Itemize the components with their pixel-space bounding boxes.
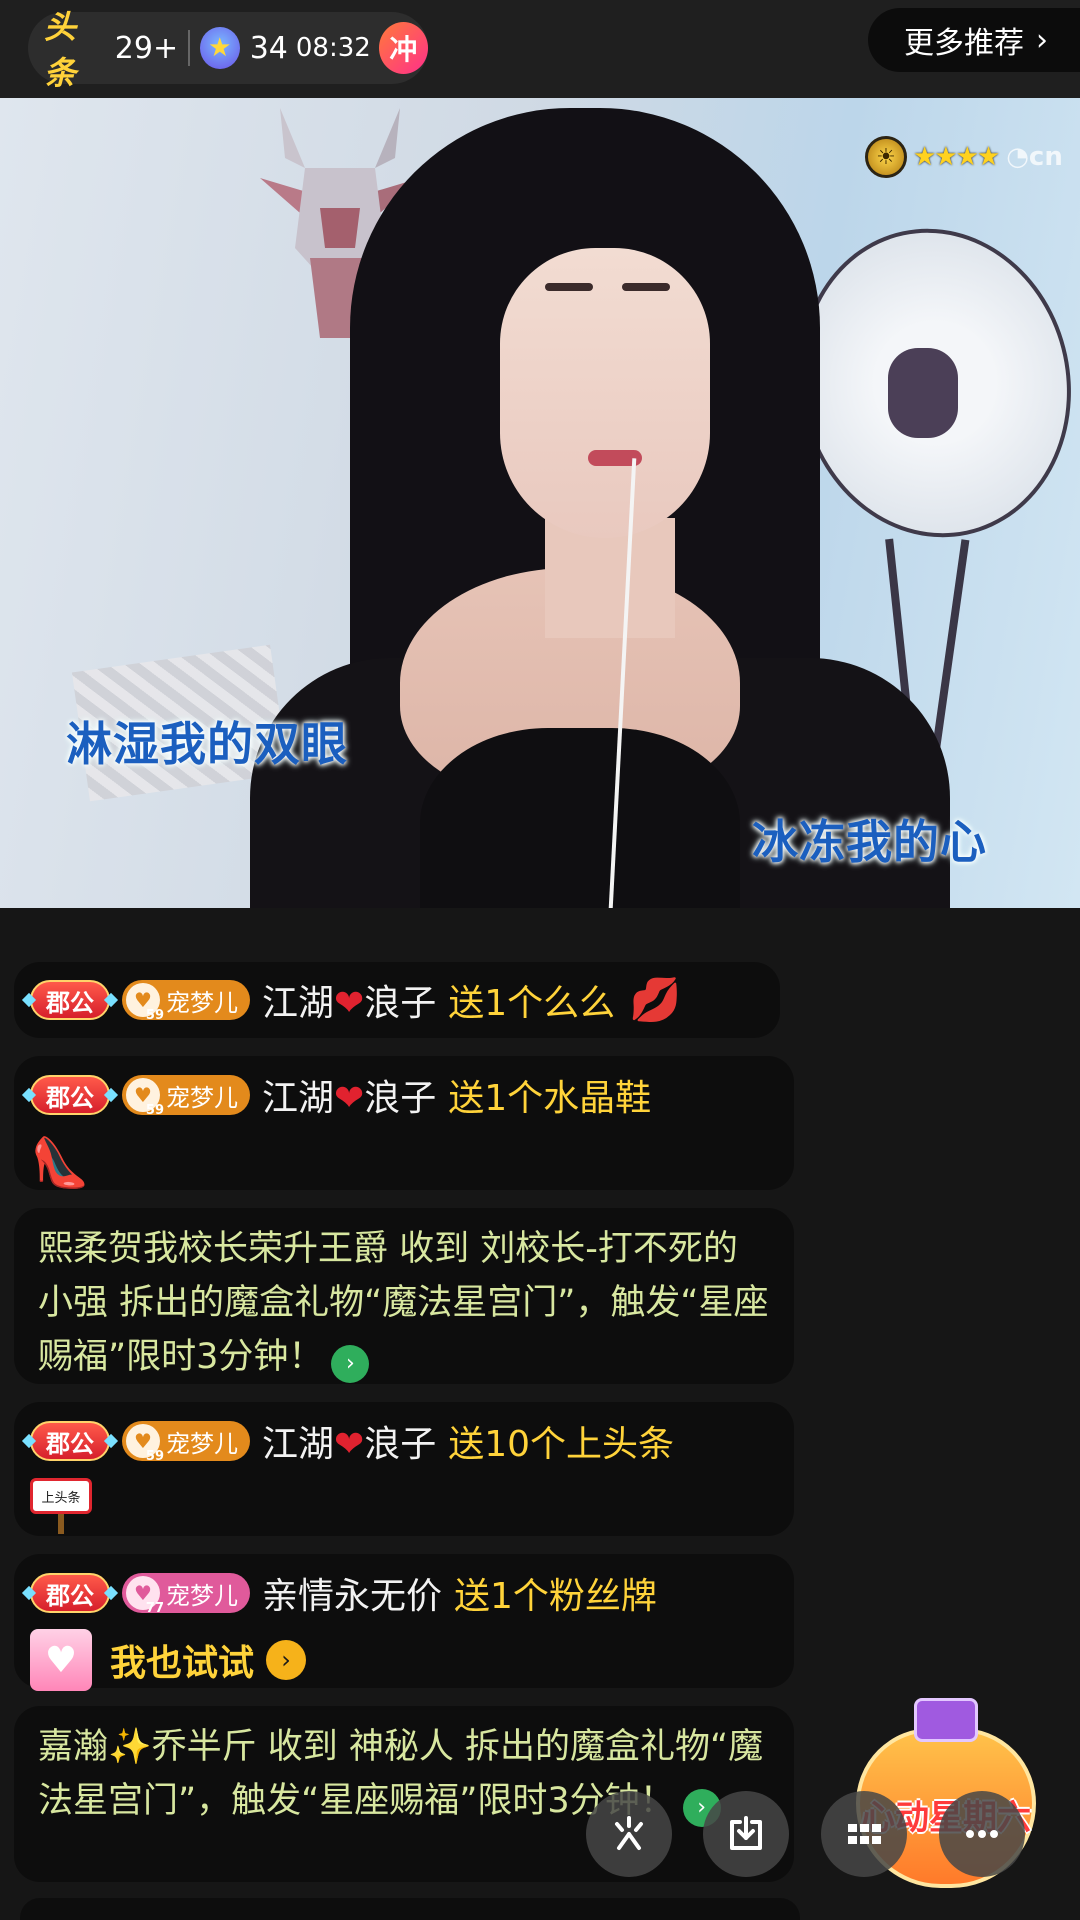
chat-message: 郡公 ♥ 59 宠梦儿 江湖❤浪子 送1个水晶鞋 👠: [14, 1056, 794, 1192]
fan-club-name: 宠梦儿: [166, 988, 238, 1017]
headline-sign-icon: 上头条: [30, 1478, 92, 1538]
rank-badge[interactable]: 郡公: [30, 1421, 110, 1461]
live-video[interactable]: 淋湿我的双眼 冰冻我的心 ☀ ★★★★ ◔cn: [0, 98, 1080, 908]
crystal-shoe-icon: 👠: [30, 1134, 90, 1191]
sign-pole: [58, 1514, 64, 1534]
streamer-face: [500, 248, 710, 538]
fan-level: 59: [145, 1103, 164, 1118]
more-recommend-button[interactable]: 更多推荐 ›: [868, 8, 1080, 72]
gift-message: 送1个水晶鞋: [448, 1078, 652, 1119]
rush-button[interactable]: 冲: [378, 22, 428, 74]
kiss-lips-icon: 💋: [629, 975, 682, 1024]
gift-message: 送10个上头条: [448, 1424, 675, 1465]
gift-message: 送1个么么: [448, 983, 616, 1024]
heart-icon: ❤: [334, 983, 365, 1024]
heart-icon: ❤: [334, 1078, 365, 1119]
rank-badge[interactable]: 郡公: [30, 1573, 110, 1613]
more-dots-icon[interactable]: [939, 1791, 1025, 1877]
fan-badge[interactable]: ♥ 59 宠梦儿: [122, 980, 250, 1023]
fan-heart-icon: ♥ 77: [126, 1576, 164, 1616]
username-part: 浪子: [364, 1078, 437, 1119]
rank-badge[interactable]: 郡公: [30, 1075, 110, 1115]
heart-icon: ❤: [334, 1424, 365, 1465]
username-part: 浪子: [364, 1424, 437, 1465]
gift-message: 送1个粉丝牌: [454, 1576, 657, 1617]
fan-club-name: 宠梦儿: [166, 1429, 238, 1458]
fan-plate-icon: ♥: [30, 1629, 92, 1691]
fan-level: 77: [145, 1601, 164, 1616]
sun-coin-icon: ☀: [865, 136, 907, 178]
divider: [188, 30, 190, 66]
username-part: 江湖: [262, 1424, 335, 1465]
username-part: 江湖: [262, 1078, 335, 1119]
level-stars: ★★★★: [913, 142, 1000, 172]
star-count: 34: [249, 30, 288, 66]
lyric-line-left: 淋湿我的双眼: [66, 717, 348, 771]
fan-heart-icon: ♥ 59: [126, 1424, 164, 1464]
chat-message: 郡公 ♥ 59 宠梦儿 江湖❤浪子 送10个上头条 上头条: [14, 1402, 794, 1536]
headline-logo[interactable]: 头条: [44, 2, 101, 94]
streamer-eye: [545, 283, 593, 291]
lyric-line-right: 冰冻我的心: [752, 815, 987, 869]
streamer-dress: [420, 728, 740, 908]
share-icon[interactable]: [586, 1791, 672, 1877]
fan-club-name: 宠梦儿: [166, 1581, 238, 1610]
rank-badge[interactable]: 郡公: [30, 980, 110, 1020]
username[interactable]: 亲情永无价: [262, 1567, 442, 1619]
streamer-level-badge[interactable]: ☀ ★★★★ ◔cn: [865, 136, 1063, 178]
chat-message: 郡公 ♥ 59 宠梦儿 江湖❤浪子 送1个么么 💋: [14, 962, 780, 1038]
fan-badge[interactable]: ♥ 59 宠梦儿: [122, 1421, 250, 1464]
system-message: 嘉瀚✨乔半斤 收到 神秘人 拆出的魔盒礼物“魔法星宫门”，触发“星座赐福”限时3…: [14, 1706, 794, 1882]
countdown-timer: 08:32: [295, 33, 371, 63]
username-part: 浪子: [364, 983, 437, 1024]
arrow-right-icon[interactable]: ›: [331, 1344, 370, 1383]
fan-level: 59: [145, 1008, 164, 1023]
grid-menu-icon[interactable]: [821, 1791, 907, 1877]
platform-watermark-icon: ◔cn: [1006, 142, 1063, 172]
more-recommend-label: 更多推荐: [904, 26, 1024, 61]
fan-heart-icon: ♥ 59: [126, 1078, 164, 1118]
username-part: 江湖: [262, 983, 335, 1024]
fan-level: 59: [145, 1449, 164, 1464]
system-message-text: 熙柔贺我校长荣升王爵 收到 刘校长-打不死的小强 拆出的魔盒礼物“魔法星宫门”，…: [38, 1229, 769, 1377]
username[interactable]: 江湖❤浪子: [262, 1415, 436, 1467]
fan-badge[interactable]: ♥ 77 宠梦儿: [122, 1573, 250, 1616]
chat-message: 郡公 ♥ 77 宠梦儿 亲情永无价 送1个粉丝牌 ♥ 我也试试 ›: [14, 1554, 794, 1691]
system-message: 熙柔贺我校长荣升王爵 收到 刘校长-打不死的小强 拆出的魔盒礼物“魔法星宫门”，…: [14, 1208, 794, 1384]
gift-action-row: ♥ 我也试试 ›: [30, 1629, 778, 1691]
gift-box-icon: [914, 1698, 978, 1742]
chat-message-partial: [20, 1898, 800, 1920]
chevron-right-icon: ›: [1036, 22, 1048, 58]
fan-badge[interactable]: ♥ 59 宠梦儿: [122, 1075, 250, 1118]
streamer-eye: [622, 283, 670, 291]
headline-status-pill[interactable]: 头条 29+ ★ 34 08:32 冲: [28, 8, 428, 92]
try-it-link[interactable]: 我也试试: [110, 1634, 254, 1686]
lamp-hub: [888, 348, 958, 438]
fan-heart-icon: ♥ 59: [126, 983, 164, 1023]
gift-icon-row: 上头条: [30, 1478, 778, 1538]
sign-text: 上头条: [30, 1478, 92, 1514]
gift-icon-row: 👠: [30, 1132, 778, 1192]
star-icon[interactable]: ★: [199, 27, 240, 69]
headline-count: 29+: [114, 30, 179, 66]
fan-club-name: 宠梦儿: [166, 1083, 238, 1112]
arrow-right-icon[interactable]: ›: [266, 1640, 307, 1680]
username[interactable]: 江湖❤浪子: [262, 974, 436, 1026]
username[interactable]: 江湖❤浪子: [262, 1069, 436, 1121]
top-bar: 头条 29+ ★ 34 08:32 冲 更多推荐 ›: [0, 0, 1080, 98]
download-icon[interactable]: [703, 1791, 789, 1877]
